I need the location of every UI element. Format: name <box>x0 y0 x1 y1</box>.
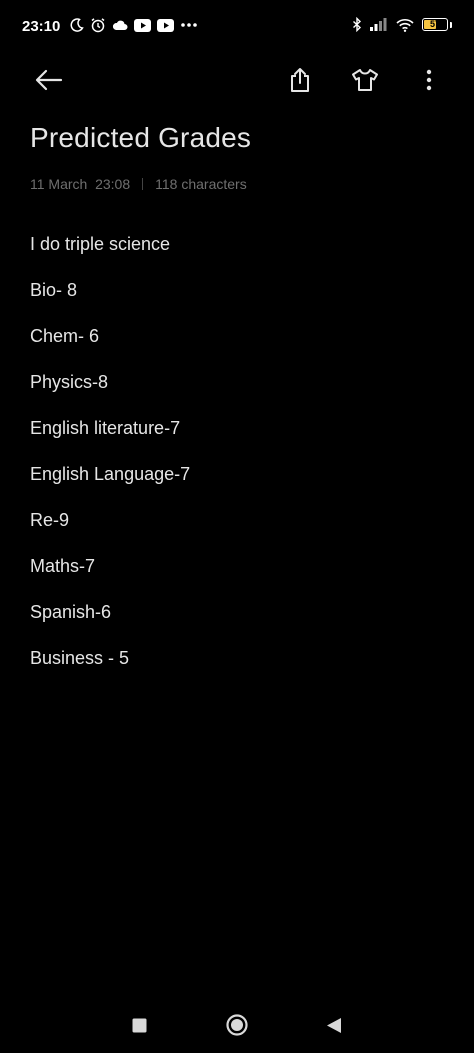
note-title[interactable]: Predicted Grades <box>30 122 251 154</box>
moon-icon <box>70 18 84 32</box>
status-system-icons: 57 <box>352 17 452 32</box>
system-back-button[interactable] <box>319 1010 349 1040</box>
back-button[interactable] <box>31 62 67 98</box>
status-notification-icons <box>70 17 198 33</box>
more-vertical-icon <box>426 69 432 91</box>
note-line: Re-9 <box>30 510 70 530</box>
bluetooth-icon <box>352 17 362 32</box>
share-button[interactable] <box>282 62 318 98</box>
youtube-icon <box>157 18 174 32</box>
back-arrow-icon <box>35 69 63 91</box>
status-time: 23:10 <box>22 18 61 35</box>
theme-button[interactable] <box>347 62 383 98</box>
note-line: I do triple science <box>30 234 171 254</box>
note-toolbar <box>0 56 474 104</box>
cloud-icon <box>112 19 128 31</box>
battery-icon: 57 <box>422 18 448 31</box>
note-line: Bio- 8 <box>30 280 78 300</box>
note-meta: 11 March 23:08 118 characters <box>30 176 247 192</box>
home-circle-icon <box>226 1014 248 1036</box>
note-date: 11 March 23:08 <box>30 176 131 192</box>
system-nav-bar <box>0 1000 474 1053</box>
note-line: Business - 5 <box>30 648 130 668</box>
note-line: Chem- 6 <box>30 326 100 346</box>
note-line: Maths-7 <box>30 556 96 576</box>
more-options-button[interactable] <box>411 62 447 98</box>
recents-button[interactable] <box>124 1010 154 1040</box>
signal-icon <box>370 18 388 31</box>
meta-divider <box>142 178 144 190</box>
back-triangle-icon <box>327 1017 341 1033</box>
recents-square-icon <box>132 1018 146 1032</box>
note-line: Physics-8 <box>30 372 109 392</box>
alarm-icon <box>90 17 106 33</box>
note-line: English Language-7 <box>30 464 191 484</box>
more-dots-icon <box>180 22 198 28</box>
note-body[interactable]: I do triple science Bio- 8 Chem- 6 Physi… <box>30 232 450 692</box>
youtube-icon <box>134 18 151 32</box>
battery-tip <box>450 21 452 28</box>
wifi-icon <box>396 18 414 32</box>
status-bar: 23:10 57 <box>0 0 474 56</box>
note-char-count: 118 characters <box>155 176 247 192</box>
share-icon <box>291 68 309 92</box>
tshirt-theme-icon <box>352 69 378 91</box>
battery-level: 57 <box>429 19 440 29</box>
home-button[interactable] <box>222 1010 252 1040</box>
note-line: Spanish-6 <box>30 602 112 622</box>
note-line: English literature-7 <box>30 418 181 438</box>
